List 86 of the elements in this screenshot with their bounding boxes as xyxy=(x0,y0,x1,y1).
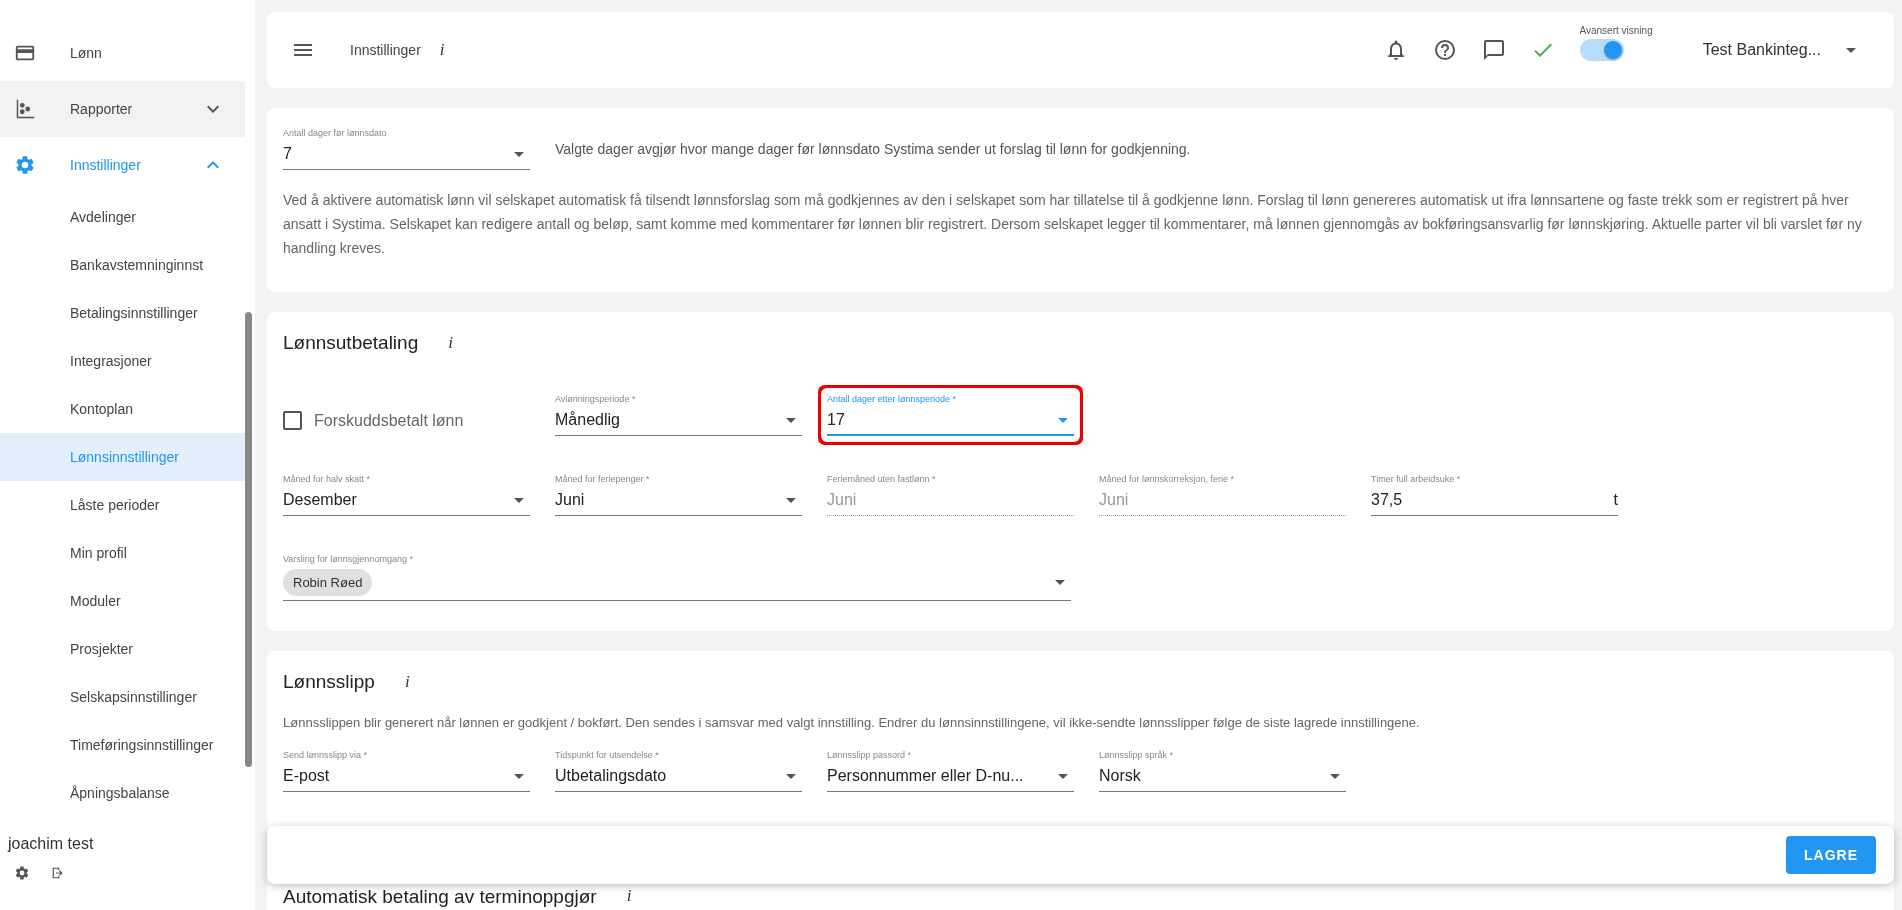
select-field[interactable]: Lønnsslipp passord * Personnummer eller D-nu... xyxy=(827,750,1074,792)
nav-subitem[interactable]: Integrasjoner xyxy=(0,337,245,385)
field-value: Juni xyxy=(827,491,858,509)
field-value: Juni xyxy=(555,491,586,509)
select-field[interactable]: Måned for feriepenger * Juni xyxy=(555,474,802,516)
caret-icon xyxy=(1846,47,1856,53)
select-field[interactable]: Send lønnsslipp via * E-post xyxy=(283,750,530,792)
checkbox[interactable] xyxy=(283,411,302,430)
nav-subitem[interactable]: Timeføringsinnstillinger xyxy=(0,721,245,769)
nav-subitem[interactable]: Min profil xyxy=(0,529,245,577)
field-value: Norsk xyxy=(1099,767,1142,785)
section-title: Lønnsutbetaling xyxy=(283,332,419,354)
info-icon[interactable]: i xyxy=(400,672,414,692)
nav-subitem[interactable]: Bankavstemninginnst xyxy=(0,241,245,289)
caret-icon xyxy=(786,773,796,779)
select-field[interactable]: Antall dager etter lønnsperiode * 17 xyxy=(827,394,1074,436)
field-value: Utbetalingsdato xyxy=(555,767,668,785)
description-text: Ved å aktivere automatisk lønn vil selskapet automatisk få tilsendt lønnsforslag som må godkjennes av den i selskapet som har tillatelse til å godkjenne lønn. Forslag til lønn genereres automatisk ut ifra lønnsartene og faste trekk som er registrert på hver ansatt i Systima. Selskapet kan redigere antall og beløp, samt komme med kommentarer før lønnen blir registrert. Dersom selskapet legger til kommentarer, må lønnen gjennomgås av bokføringsansvarlig før lønnskjøring. Aktuelle parter vil bli varslet før ny handling kreves. xyxy=(283,191,1863,258)
info-icon[interactable]: i xyxy=(444,333,457,353)
nav-item[interactable]: Rapporter xyxy=(0,81,245,137)
select-field[interactable]: Lønnsslipp språk * Norsk xyxy=(1099,750,1346,792)
toggle-switch[interactable] xyxy=(1579,39,1624,61)
field-label: Antall dager før lønnsdato xyxy=(283,128,388,138)
field-value: Månedlig xyxy=(555,411,621,429)
scrollbar-thumb[interactable] xyxy=(245,312,252,767)
caret-icon xyxy=(514,497,524,503)
caret-icon xyxy=(514,151,524,157)
field-value: 37,5 xyxy=(1371,491,1404,509)
caret-icon xyxy=(786,417,796,423)
settings-icon xyxy=(14,154,36,176)
field-value: 7 xyxy=(283,145,293,163)
field-description: Valgte dager avgjør hvor mange dager før lønnsdato Systima sender ut forslag til lønn for godkjenning. xyxy=(555,141,1191,157)
caret-icon xyxy=(1058,773,1068,779)
field-value: Personnummer eller D-nu... xyxy=(827,767,1025,785)
nav-subitem[interactable]: Låste perioder xyxy=(0,481,245,529)
caret-icon xyxy=(786,497,796,503)
field-label: Timer full arbeidsuke * xyxy=(1371,474,1462,484)
section-title: Lønnsslipp xyxy=(283,671,375,693)
select-field[interactable]: Måned for halv skatt * Desember xyxy=(283,474,530,516)
user-name: joachim test xyxy=(8,835,94,853)
chart-icon xyxy=(14,98,36,120)
info-icon[interactable]: i xyxy=(622,886,636,906)
field-value: 17 xyxy=(827,411,846,429)
page-title: Innstillinger xyxy=(350,42,421,58)
nav-subitem[interactable]: Avdelinger xyxy=(0,193,245,241)
input-field[interactable]: Timer full arbeidsuke * 37,5 t xyxy=(1371,474,1618,516)
description-text: Lønnsslippen blir generert når lønnen er godkjent / bokført. Den sendes i samsvar med valgt innstilling. Endrer du lønnsinnstillingene, vil ikke-sendte lønnsslipper følge de siste lagrede innstillingene. xyxy=(283,715,1421,730)
chip-select-field[interactable]: Varsling for lønnsgjennomgang * Robin Røed xyxy=(283,554,1071,601)
field-label: Send lønnsslipp via * xyxy=(283,750,369,760)
caret-icon xyxy=(1055,580,1065,585)
settings-icon[interactable] xyxy=(14,865,30,881)
nav-subitem[interactable]: Prosjekter xyxy=(0,625,245,673)
caret-icon xyxy=(1330,773,1340,779)
nav-subitem[interactable]: Åpningsbalanse xyxy=(0,769,245,817)
field-value: Desember xyxy=(283,491,358,509)
help-icon[interactable] xyxy=(1432,38,1457,62)
field-label: Antall dager etter lønnsperiode * xyxy=(827,394,958,404)
field-label: Feriemåned uten fastlønn * xyxy=(827,474,937,484)
nav-subitem[interactable]: Betalingsinnstillinger xyxy=(0,289,245,337)
field-label: Avlønningsperiode * xyxy=(555,394,637,404)
select-field[interactable]: Antall dager før lønnsdato 7 xyxy=(283,128,530,170)
info-icon[interactable]: i xyxy=(435,40,449,60)
field-label: Måned for halv skatt * xyxy=(283,474,372,484)
chat-icon[interactable] xyxy=(1481,38,1506,62)
select-field[interactable]: Tidspunkt for utsendelse * Utbetalingsdato xyxy=(555,750,802,792)
field-label: Lønnsslipp språk * xyxy=(1099,750,1175,760)
person-chip[interactable]: Robin Røed xyxy=(283,569,373,596)
unit-suffix: t xyxy=(1613,491,1618,509)
field-label: Måned for feriepenger * xyxy=(555,474,651,484)
field-value: E-post xyxy=(283,767,331,785)
field-label: Lønnsslipp passord * xyxy=(827,750,913,760)
checkbox-label: Forskuddsbetalt lønn xyxy=(314,411,464,430)
nav-subitem[interactable]: Selskapsinnstillinger xyxy=(0,673,245,721)
nav-subitem[interactable]: Moduler xyxy=(0,577,245,625)
toggle-label: Avansert visning xyxy=(1579,25,1653,36)
field-label: Tidspunkt for utsendelse * xyxy=(555,750,660,760)
nav-subitem[interactable]: Kontoplan xyxy=(0,385,245,433)
field-label: Varsling for lønnsgjennomgang * xyxy=(283,554,414,564)
field-label: Måned for lønnskorreksjon, ferie * xyxy=(1099,474,1236,484)
section-title: Automatisk betaling av terminoppgjør xyxy=(283,886,597,906)
field-value: Juni xyxy=(1099,491,1130,509)
company-select[interactable]: Test Bankinteg... xyxy=(1702,41,1821,59)
nav-item[interactable]: Lønn xyxy=(0,25,245,81)
caret-icon xyxy=(1058,417,1068,423)
caret-icon xyxy=(514,773,524,779)
select-field[interactable]: Avlønningsperiode * Månedlig xyxy=(555,394,802,436)
